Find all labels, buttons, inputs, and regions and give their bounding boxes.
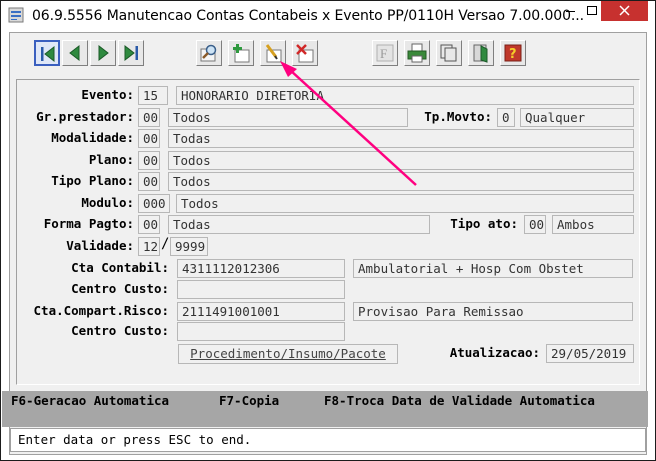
title-bar: 06.9.5556 Manutencao Contas Contabeis x … [1, 1, 655, 32]
add-record-button[interactable] [228, 40, 254, 66]
modalidade-code-field[interactable]: 00 [138, 129, 160, 148]
exit-button[interactable] [468, 40, 494, 66]
forma-pagto-code-field[interactable]: 00 [138, 215, 160, 234]
search-button[interactable] [196, 40, 222, 66]
cta-contabil-description-field: Ambulatorial + Hosp Com Obstet [353, 259, 633, 278]
tipo-ato-label: Tipo ato: [450, 216, 518, 231]
print-icon [407, 43, 427, 63]
tp-movto-label: Tp.Movto: [424, 109, 492, 124]
minimize-button[interactable] [557, 1, 583, 21]
toolbar: F ? [10, 33, 646, 73]
delete-record-icon [296, 44, 314, 63]
help-button[interactable]: ? [500, 40, 526, 66]
minimize-icon [566, 11, 575, 12]
cta-contabil-label: Cta Contabil: [71, 260, 169, 275]
tp-movto-code-field[interactable]: 0 [497, 108, 515, 127]
add-record-icon [233, 44, 250, 63]
svg-text:?: ? [509, 47, 517, 62]
first-record-icon [41, 45, 55, 63]
filter-button[interactable]: F [372, 40, 398, 66]
gr-prestador-code-field[interactable]: 00 [138, 108, 160, 127]
filter-icon: F [376, 44, 394, 62]
cta-compart-risco-label: Cta.Compart.Risco: [33, 303, 169, 318]
modalidade-label: Modalidade: [51, 130, 134, 145]
modulo-code-field[interactable]: 000 [138, 194, 170, 213]
edit-record-button[interactable] [260, 40, 286, 66]
status-bar: Enter data or press ESC to end. [10, 428, 646, 452]
modalidade-description-field: Todas [168, 129, 634, 148]
maximize-button[interactable] [583, 1, 601, 21]
tipo-plano-code-field[interactable]: 00 [138, 172, 160, 191]
procedimento-insumo-pacote-button[interactable]: Procedimento/Insumo/Pacote [178, 344, 398, 364]
plano-label: Plano: [88, 152, 134, 167]
help-icon: ? [504, 44, 522, 62]
last-record-button[interactable] [118, 40, 144, 66]
next-record-button[interactable] [90, 40, 116, 66]
validade-separator: / [161, 236, 170, 252]
f8-troca-data-validade[interactable]: F8-Troca Data de Validade Automatica [324, 393, 595, 408]
first-record-button[interactable] [34, 40, 60, 66]
cta-compart-risco-description-field: Provisao Para Remissao [353, 302, 633, 321]
plano-description-field: Todos [168, 151, 634, 170]
search-icon [200, 44, 217, 62]
close-button[interactable] [601, 1, 648, 21]
validade-year-field[interactable]: 9999 [170, 237, 208, 256]
f7-copia[interactable]: F7-Copia [219, 393, 279, 408]
evento-code-field[interactable]: 15 [138, 86, 168, 105]
modulo-label: Modulo: [81, 195, 134, 210]
last-record-icon [124, 44, 138, 62]
copy-icon [440, 44, 457, 62]
f6-geracao-automatica[interactable]: F6-Geracao Automatica [11, 393, 169, 408]
evento-label: Evento: [81, 87, 134, 102]
close-icon [619, 5, 630, 16]
svg-text:F: F [380, 46, 387, 61]
previous-record-icon [69, 44, 80, 62]
centro-custo-field[interactable] [177, 280, 345, 299]
cta-contabil-field[interactable]: 4311112012306 [177, 259, 345, 278]
modulo-description-field: Todos [176, 194, 634, 213]
copy-button[interactable] [436, 40, 462, 66]
window-title: 06.9.5556 Manutencao Contas Contabeis x … [32, 8, 584, 24]
print-button[interactable] [404, 40, 430, 66]
plano-code-field[interactable]: 00 [138, 151, 160, 170]
centro-custo-label: Centro Custo: [71, 281, 169, 296]
validade-month-field[interactable]: 12 [138, 237, 160, 256]
tipo-plano-description-field: Todos [168, 172, 634, 191]
atualizacao-label: Atualizacao: [449, 345, 540, 360]
previous-record-button[interactable] [62, 40, 88, 66]
gr-prestador-label: Gr.prestador: [36, 109, 134, 124]
atualizacao-field: 29/05/2019 [546, 344, 634, 363]
maximize-icon [587, 6, 597, 15]
exit-icon [473, 44, 488, 63]
next-record-icon [98, 44, 109, 62]
procedimento-button-label: Procedimento/Insumo/Pacote [190, 346, 386, 361]
evento-description-field: HONORARIO DIRETORIA [176, 86, 634, 105]
tipo-ato-code-field[interactable]: 00 [524, 215, 546, 234]
gr-prestador-description-field: Todos [168, 108, 408, 127]
forma-pagto-description-field: Todas [168, 215, 430, 234]
tipo-ato-description-field: Ambos [552, 215, 634, 234]
edit-record-icon [265, 44, 282, 63]
validade-label: Validade: [66, 238, 134, 253]
centro-custo-2-field[interactable] [177, 322, 345, 341]
function-key-bar: F6-Geracao Automatica F7-Copia F8-Troca … [2, 391, 648, 427]
app-icon [8, 7, 24, 23]
application-window: 06.9.5556 Manutencao Contas Contabeis x … [0, 0, 656, 461]
tipo-plano-label: Tipo Plano: [51, 173, 134, 188]
forma-pagto-label: Forma Pagto: [43, 216, 134, 231]
delete-record-button[interactable] [292, 40, 318, 66]
tp-movto-description-field: Qualquer [520, 108, 634, 127]
centro-custo-2-label: Centro Custo: [71, 323, 169, 338]
cta-compart-risco-field[interactable]: 2111491001001 [177, 302, 345, 321]
